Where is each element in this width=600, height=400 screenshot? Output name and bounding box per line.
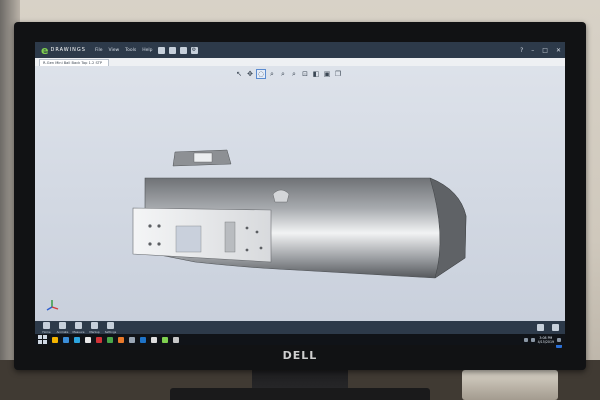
bottom-toolbar-right: [537, 324, 559, 331]
maximize-button[interactable]: □: [538, 47, 552, 54]
face-hole: [148, 242, 152, 246]
model-viewport[interactable]: ↖ ✥ ◌ ⌕ ⌕ ⌕ ⊡ ◧ ▣ ❐: [35, 66, 565, 321]
face-hole: [255, 230, 259, 234]
system-tray: 3:08 PM 4/15/2019: [523, 336, 561, 344]
screen: e DRAWINGS File View Tools Help ⚙ ? – □ …: [35, 42, 565, 345]
face-cutout: [175, 225, 202, 253]
logo-mark: e: [41, 43, 49, 57]
close-button[interactable]: ✕: [552, 47, 565, 54]
logo-text: DRAWINGS: [50, 47, 86, 53]
bottom-toolbar: Home Animate Measure Markup Settings: [35, 321, 565, 334]
settings-button[interactable]: Settings: [103, 321, 118, 334]
axis-triad-icon: [46, 300, 59, 311]
housing-window: [193, 152, 213, 163]
animate-icon: [59, 321, 66, 329]
pencil-icon[interactable]: [552, 324, 559, 331]
windows-start-icon[interactable]: [38, 335, 47, 344]
network-icon[interactable]: [523, 337, 528, 342]
markup-button[interactable]: Markup: [87, 321, 102, 334]
3d-model[interactable]: [35, 66, 565, 321]
measure-icon: [75, 321, 82, 329]
taskbar-pinned-apps: [47, 336, 179, 343]
app-logo: e DRAWINGS: [35, 42, 92, 58]
volume-icon[interactable]: [530, 337, 535, 342]
taskbar-app-icon[interactable]: [52, 336, 58, 343]
taskbar-app-icon[interactable]: [173, 336, 179, 343]
face-hole: [259, 246, 263, 250]
measure-button[interactable]: Measure: [71, 321, 86, 334]
help-button[interactable]: ?: [516, 47, 527, 54]
face-hole: [157, 242, 161, 246]
menu-help[interactable]: Help: [139, 48, 155, 53]
face-hole: [148, 224, 152, 228]
side-port: [272, 189, 290, 203]
monitor-stand-base: [170, 388, 430, 400]
taskbar-app-icon[interactable]: [162, 336, 168, 343]
home-button[interactable]: Home: [39, 321, 54, 334]
user-icon: [107, 321, 114, 329]
minimize-button[interactable]: –: [527, 47, 538, 54]
markup-icon: [91, 321, 98, 329]
windows-taskbar: 3:08 PM 4/15/2019: [35, 334, 565, 345]
desk-object: [462, 370, 558, 400]
animate-button[interactable]: Animate: [55, 321, 70, 334]
app-titlebar: e DRAWINGS File View Tools Help ⚙ ? – □ …: [35, 42, 565, 58]
face-hole: [157, 224, 161, 228]
face-panel: [224, 221, 236, 253]
taskbar-clock[interactable]: 3:08 PM 4/15/2019: [538, 336, 554, 344]
taskbar-app-icon[interactable]: [140, 336, 146, 343]
gear-icon[interactable]: ⚙: [190, 46, 198, 54]
open-icon[interactable]: [157, 46, 165, 54]
taskbar-app-icon[interactable]: [118, 336, 124, 343]
face-hole: [245, 248, 249, 252]
home-icon: [43, 321, 50, 329]
print-icon[interactable]: [179, 46, 187, 54]
save-icon[interactable]: [168, 46, 176, 54]
taskbar-app-icon[interactable]: [107, 336, 113, 343]
front-face: [132, 207, 272, 263]
dell-logo: DELL: [282, 349, 318, 362]
taskbar-app-icon[interactable]: [63, 336, 69, 343]
menu-view[interactable]: View: [105, 48, 122, 53]
taskbar-app-icon[interactable]: [74, 336, 80, 343]
menu-file[interactable]: File: [92, 48, 106, 53]
notifications-icon[interactable]: [557, 337, 561, 342]
taskbar-app-icon[interactable]: [96, 336, 102, 343]
grid-icon[interactable]: [537, 324, 544, 331]
taskbar-app-icon[interactable]: [129, 336, 135, 343]
taskbar-app-icon[interactable]: [151, 336, 157, 343]
face-hole: [245, 226, 249, 230]
menu-tools[interactable]: Tools: [122, 48, 139, 53]
taskbar-app-icon[interactable]: [85, 336, 91, 343]
window-controls: ? – □ ✕: [516, 47, 565, 54]
